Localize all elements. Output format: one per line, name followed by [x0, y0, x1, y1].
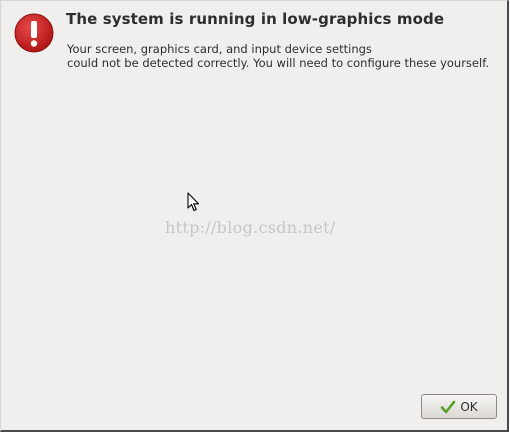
- message-line-2: could not be detected correctly. You wil…: [67, 56, 490, 70]
- mouse-pointer-icon: [187, 192, 200, 212]
- error-exclamation-icon: [14, 13, 54, 53]
- ok-button-label: OK: [460, 399, 478, 414]
- message-line-1: Your screen, graphics card, and input de…: [67, 42, 372, 56]
- watermark-text: http://blog.csdn.net/: [165, 218, 336, 237]
- dialog-title: The system is running in low-graphics mo…: [66, 10, 445, 28]
- dialog-message: Your screen, graphics card, and input de…: [67, 42, 489, 70]
- ok-button[interactable]: OK: [421, 394, 497, 419]
- checkmark-icon: [440, 399, 456, 415]
- low-graphics-dialog: The system is running in low-graphics mo…: [0, 0, 509, 432]
